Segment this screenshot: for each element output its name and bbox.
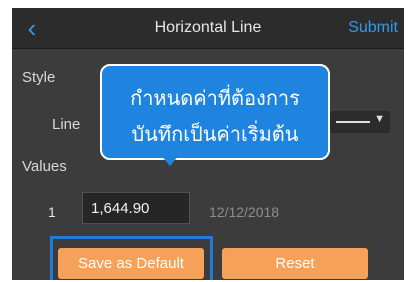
line-label: Line (52, 116, 81, 133)
style-section-label: Style (22, 69, 56, 86)
value-row-index: 1 (48, 204, 56, 220)
line-style-preview (336, 121, 370, 123)
header-bar: ‹ Horizontal Line Submit (12, 8, 404, 49)
horizontal-line-panel: ‹ Horizontal Line Submit Style Line ▼ Va… (12, 8, 404, 280)
caret-down-icon: ▼ (374, 113, 385, 125)
tooltip-tail (160, 154, 180, 166)
submit-button[interactable]: Submit (348, 19, 398, 37)
page-title: Horizontal Line (154, 19, 262, 36)
values-section-label: Values (22, 158, 67, 175)
callout-tooltip: กำหนดค่าที่ต้องการ บันทึกเป็นค่าเริ่มต้น (100, 64, 330, 160)
value-row-date: 12/12/2018 (209, 204, 280, 220)
tooltip-line-1: กำหนดค่าที่ต้องการ (130, 86, 300, 110)
price-value-input[interactable]: 1,644.90 (82, 192, 190, 224)
tooltip-line-2: บันทึกเป็นค่าเริ่มต้น (131, 122, 299, 146)
line-style-select[interactable]: ▼ (330, 111, 390, 133)
reset-button[interactable]: Reset (222, 248, 368, 279)
highlight-frame (50, 236, 213, 280)
